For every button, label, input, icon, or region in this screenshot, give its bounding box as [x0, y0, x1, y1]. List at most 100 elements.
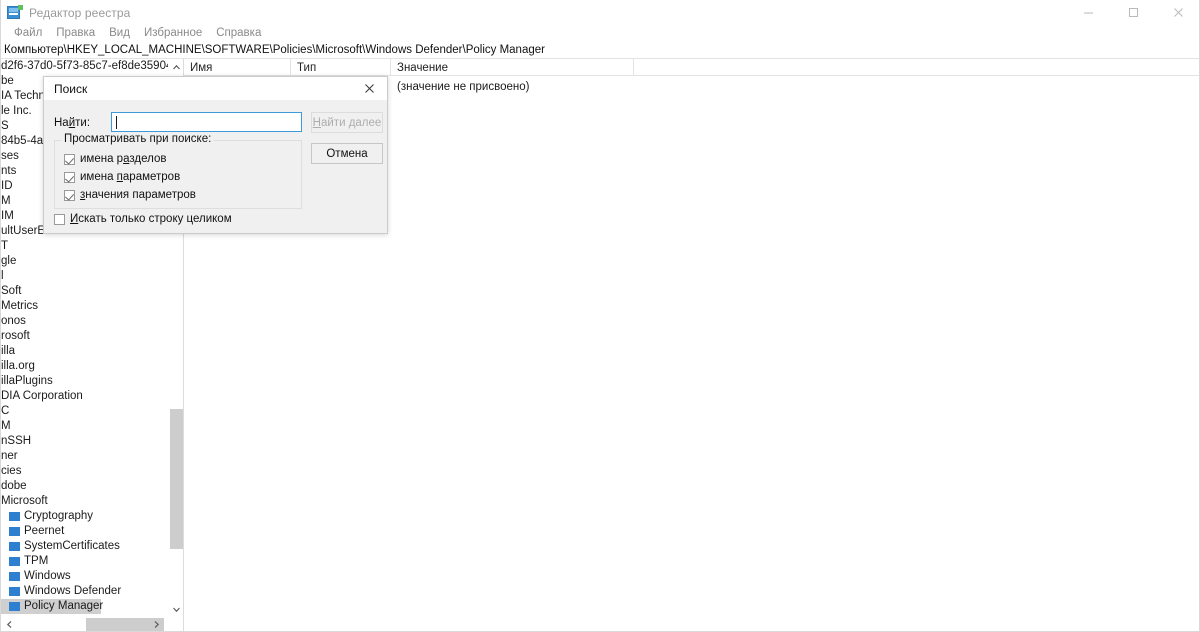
window-title: Редактор реестра [29, 5, 131, 20]
scroll-up-icon[interactable] [169, 59, 183, 75]
tree-item-label: illa [1, 345, 16, 357]
tree-item[interactable]: Peernet [1, 524, 168, 539]
find-dialog-title: Поиск [54, 81, 88, 96]
column-header-type[interactable]: Тип [291, 59, 391, 76]
cancel-button[interactable]: Отмена [311, 143, 383, 164]
menu-edit[interactable]: Правка [49, 25, 102, 42]
tree-item[interactable]: DIA Corporation [1, 389, 168, 404]
column-header-name[interactable]: Имя [184, 59, 291, 76]
search-scope-legend: Просматривать при поиске: [61, 133, 215, 145]
find-input[interactable] [111, 112, 302, 132]
tree-item[interactable]: Metrics [1, 299, 168, 314]
tree-item[interactable]: Soft [1, 284, 168, 299]
checkbox-value-data[interactable]: значения параметров [64, 189, 196, 201]
checkbox-whole-string[interactable]: Искать только строку целиком [54, 213, 232, 225]
checkbox-key-names[interactable]: имена разделов [64, 153, 166, 165]
registry-editor-window: Редактор реестра Файл Правка Вид Избранн… [0, 0, 1200, 632]
registry-editor-icon [7, 5, 23, 20]
tree-item[interactable]: illa.org [1, 359, 168, 374]
folder-icon [9, 557, 20, 566]
title-bar: Редактор реестра [1, 0, 1199, 25]
tree-item-label: cies [1, 465, 22, 477]
tree-item-label: M [1, 195, 11, 207]
checkbox-key-names-label: имена разделов [80, 153, 167, 165]
menu-help[interactable]: Справка [209, 25, 268, 42]
tree-item[interactable]: Policy Manager [1, 599, 168, 614]
tree-item[interactable]: gle [1, 254, 168, 269]
tree-item[interactable]: rosoft [1, 329, 168, 344]
text-caret [116, 115, 117, 129]
tree-item-label: Peernet [24, 525, 65, 537]
checkbox-value-data-label: значения параметров [80, 189, 196, 201]
tree-item[interactable]: d2f6-37d0-5f73-85c7-ef8de3590411 [1, 59, 168, 74]
folder-icon [9, 602, 20, 611]
checkbox-value-names[interactable]: имена параметров [64, 171, 180, 183]
tree-item[interactable]: dobe [1, 479, 168, 494]
tree-item-label: rosoft [1, 330, 30, 342]
tree-item-label: C [1, 405, 10, 417]
checkbox-value-names-label: имена параметров [80, 171, 181, 183]
tree-item[interactable]: Microsoft [1, 494, 168, 509]
column-header-value[interactable]: Значение [391, 59, 634, 76]
tree-item-label: SystemCertificates [24, 540, 120, 552]
tree-item[interactable]: TPM [1, 554, 168, 569]
column-header-extra[interactable] [634, 59, 1034, 76]
tree-item[interactable]: M [1, 419, 168, 434]
tree-item[interactable]: ner [1, 449, 168, 464]
tree-item-label: gle [1, 255, 17, 267]
registry-path: Компьютер\HKEY_LOCAL_MACHINE\SOFTWARE\Po… [4, 44, 545, 56]
find-next-button[interactable]: Найти далее [311, 112, 383, 133]
tree-item-label: l [1, 270, 4, 282]
tree-item[interactable]: Cryptography [1, 509, 168, 524]
tree-item-label: Cryptography [24, 510, 94, 522]
folder-icon [9, 542, 20, 551]
window-controls [1066, 0, 1199, 25]
find-label: Найти: [54, 117, 91, 129]
scroll-left-icon[interactable] [1, 617, 17, 631]
tree-item[interactable]: l [1, 269, 168, 284]
tree-item[interactable]: illaPlugins [1, 374, 168, 389]
tree-item-label: Windows [24, 570, 71, 582]
tree-item[interactable]: Windows Defender [1, 584, 168, 599]
tree-item-label: onos [1, 315, 26, 327]
checkbox-whole-string-label: Искать только строку целиком [70, 213, 232, 225]
folder-icon [9, 572, 20, 581]
address-bar[interactable]: Компьютер\HKEY_LOCAL_MACHINE\SOFTWARE\Po… [1, 42, 1199, 59]
tree-item[interactable]: cies [1, 464, 168, 479]
cell-value: (значение не присвоено) [397, 81, 530, 93]
find-dialog-close-icon[interactable] [351, 77, 387, 100]
tree-item-label: M [1, 420, 11, 432]
folder-icon [9, 527, 20, 536]
menu-file[interactable]: Файл [7, 25, 49, 42]
maximize-button[interactable] [1111, 0, 1156, 25]
tree-item-label: IM [1, 210, 14, 222]
tree-item[interactable]: SystemCertificates [1, 539, 168, 554]
checkbox-key-names-box[interactable] [64, 153, 75, 165]
menu-bar: Файл Правка Вид Избранное Справка [1, 25, 1199, 42]
tree-item[interactable]: nSSH [1, 434, 168, 449]
tree-item-label: TPM [24, 555, 49, 567]
menu-favorites[interactable]: Избранное [137, 25, 209, 42]
tree-item[interactable]: C [1, 404, 168, 419]
minimize-button[interactable] [1066, 0, 1111, 25]
checkbox-value-names-box[interactable] [64, 171, 75, 183]
tree-item[interactable]: illa [1, 344, 168, 359]
tree-vertical-thumb[interactable] [170, 409, 183, 549]
search-scope-group: Просматривать при поиске: имена разделов… [54, 133, 302, 209]
folder-icon [9, 512, 20, 521]
tree-item-label: illaPlugins [1, 375, 53, 387]
checkbox-value-data-box[interactable] [64, 189, 75, 201]
tree-item[interactable]: T [1, 239, 168, 254]
close-button[interactable] [1156, 0, 1199, 25]
tree-item-label: ner [1, 450, 18, 462]
scroll-down-icon[interactable] [169, 601, 183, 617]
checkbox-whole-string-box[interactable] [54, 213, 65, 225]
tree-item[interactable]: Windows [1, 569, 168, 584]
tree-item[interactable]: onos [1, 314, 168, 329]
menu-view[interactable]: Вид [102, 25, 137, 42]
tree-item-label: d2f6-37d0-5f73-85c7-ef8de3590411 [1, 60, 168, 72]
tree-horizontal-scrollbar[interactable] [1, 617, 183, 631]
scroll-right-icon[interactable] [148, 617, 164, 631]
tree-item-label: Soft [1, 285, 22, 297]
tree-item-label: le Inc. [1, 105, 32, 117]
